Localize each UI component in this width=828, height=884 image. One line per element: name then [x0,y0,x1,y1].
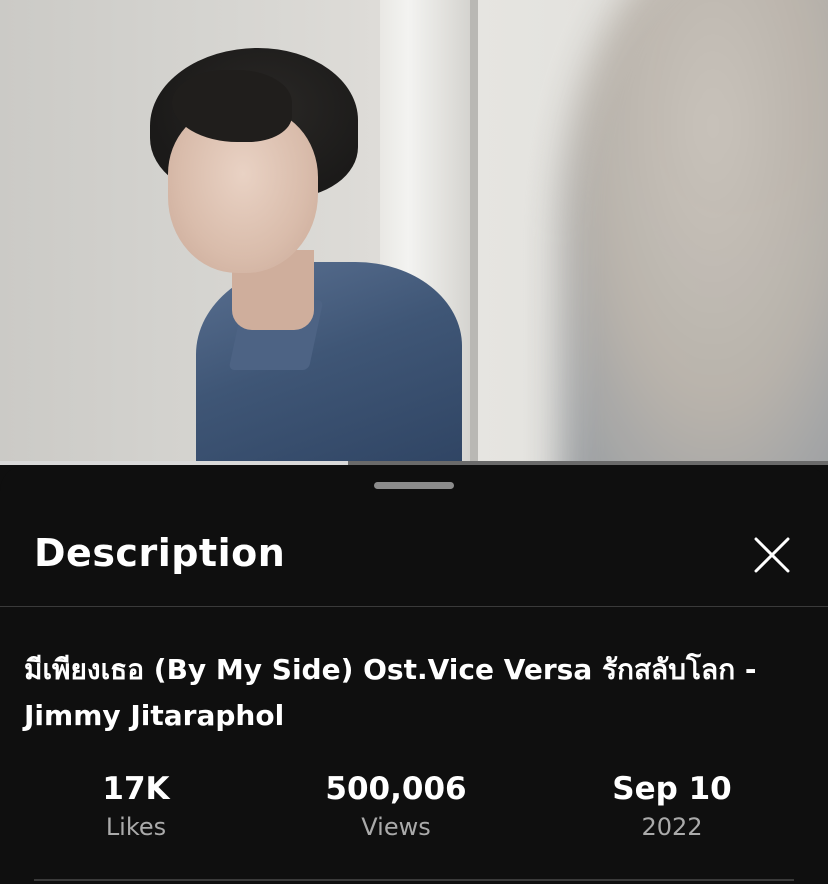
close-icon [754,537,790,573]
header-divider [0,606,828,607]
likes-label: Likes [105,813,167,841]
publish-date: Sep 10 [612,771,732,807]
video-title: มีเพียงเธอ (By My Side) Ost.Vice Versa ร… [24,653,757,732]
stats-row: 17K Likes 500,006 Views Sep 10 2022 [0,769,828,849]
video-foreground-person [560,0,828,464]
views-label: Views [361,813,431,841]
video-pillar-shadow [470,0,478,464]
panel-title: Description [34,531,286,575]
date-stat: Sep 10 2022 [552,769,792,845]
description-panel: Description มีเพียงเธอ (By My Side) Ost.… [0,465,828,884]
likes-stat: 17K Likes [16,769,256,845]
likes-count: 17K [102,771,170,807]
drag-handle[interactable] [374,482,454,489]
views-count: 500,006 [325,771,467,807]
close-button[interactable] [748,531,796,579]
video-player[interactable] [0,0,828,464]
bottom-divider [34,879,794,881]
publish-year: 2022 [641,813,703,841]
views-stat: 500,006 Views [276,769,516,845]
